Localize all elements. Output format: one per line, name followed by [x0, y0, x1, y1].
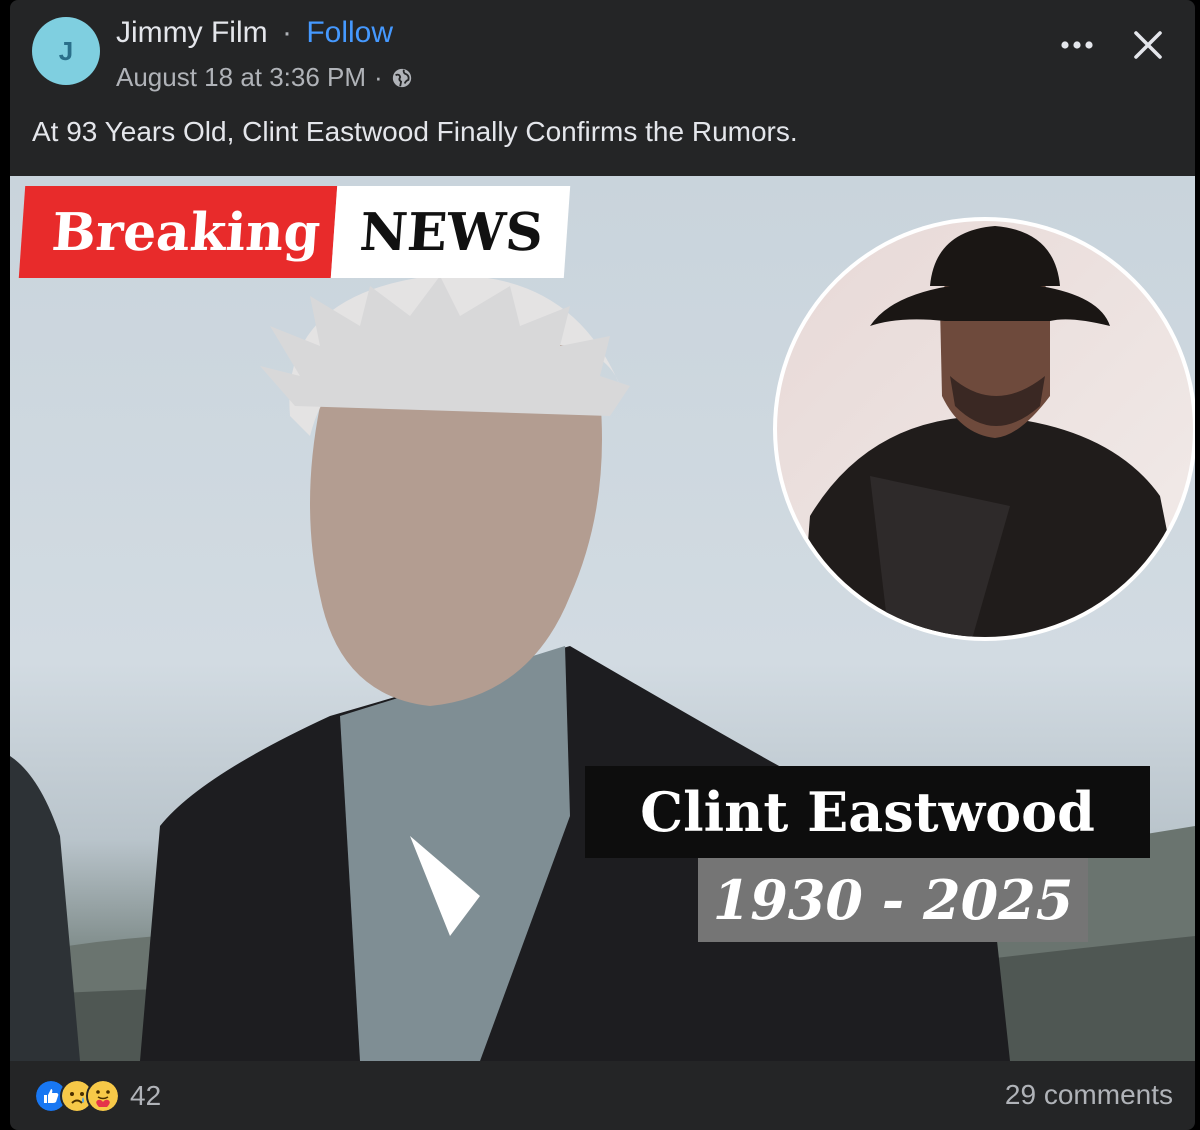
years-text: 1930 - 2025 [712, 868, 1074, 932]
globe-icon[interactable] [391, 67, 413, 89]
post-footer: 42 29 comments [10, 1061, 1195, 1130]
close-icon[interactable] [1131, 28, 1165, 62]
post-image[interactable]: Breaking NEWS Clint Eastwood 1930 - 2025 [10, 176, 1195, 1061]
news-label: NEWS [330, 186, 571, 278]
care-icon [86, 1079, 120, 1113]
post-meta: August 18 at 3:36 PM · [116, 62, 413, 93]
avatar-letter: J [58, 35, 74, 66]
post-text: At 93 Years Old, Clint Eastwood Finally … [32, 116, 798, 147]
comments-count[interactable]: 29 comments [1005, 1079, 1173, 1111]
breaking-news-badge: Breaking NEWS [18, 186, 571, 278]
follow-button[interactable]: Follow [306, 16, 393, 49]
post-timestamp[interactable]: August 18 at 3:36 PM [116, 62, 366, 93]
years-banner: 1930 - 2025 [698, 858, 1088, 942]
name-text: Clint Eastwood [640, 780, 1095, 844]
post-card: J Jimmy Film · Follow August 18 at 3:36 … [10, 0, 1195, 1130]
meta-separator: · [374, 62, 383, 92]
author-line: Jimmy Film · Follow [116, 16, 393, 50]
reactions-summary[interactable]: 42 [34, 1079, 161, 1113]
more-options-icon[interactable] [1057, 30, 1097, 60]
breaking-label: Breaking [18, 186, 338, 278]
author-name[interactable]: Jimmy Film [116, 16, 268, 49]
avatar[interactable]: J [32, 17, 100, 85]
reaction-count: 42 [130, 1080, 162, 1111]
post-header: J Jimmy Film · Follow August 18 at 3:36 … [10, 0, 1195, 175]
name-banner: Clint Eastwood [585, 766, 1150, 858]
separator-dot: · [281, 16, 292, 49]
